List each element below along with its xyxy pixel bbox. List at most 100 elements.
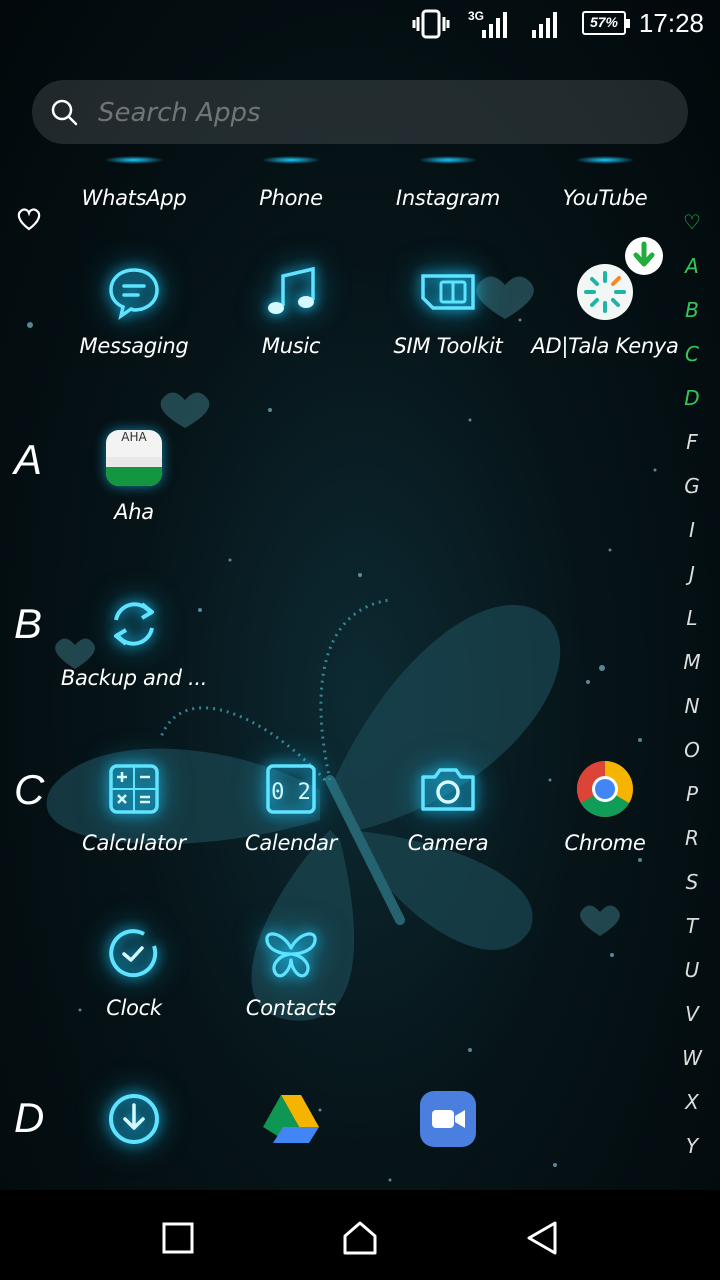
app-backup[interactable]: Backup and ... <box>55 594 213 690</box>
section-letter-c: C <box>14 766 45 813</box>
alpha-index-f[interactable]: F <box>672 420 712 464</box>
favorites-heart-icon <box>17 208 41 231</box>
app-label: Messaging <box>79 334 189 358</box>
section-letter-d: D <box>14 1094 45 1141</box>
app-label: Calculator <box>82 831 186 855</box>
app-label: Backup and ... <box>60 666 208 690</box>
app-calculator[interactable]: Calculator <box>55 759 213 855</box>
alpha-index-n[interactable]: N <box>672 684 712 728</box>
alpha-index-c[interactable]: C <box>672 332 712 376</box>
alpha-index-r[interactable]: R <box>672 816 712 860</box>
alphabet-index[interactable]: ♡ A B C D F G I J L M N O P R S T U V W … <box>672 200 712 1168</box>
music-icon <box>261 262 321 322</box>
app-label: WhatsApp <box>81 186 187 210</box>
alpha-index-favorites[interactable]: ♡ <box>672 200 712 244</box>
alpha-index-i[interactable]: I <box>672 508 712 552</box>
icon-glow <box>104 156 164 164</box>
app-sim-toolkit[interactable]: SIM Toolkit <box>369 262 527 358</box>
section-letter-a: A <box>14 436 43 483</box>
app-label: Instagram <box>395 186 501 210</box>
alpha-index-a[interactable]: A <box>672 244 712 288</box>
app-label: Clock <box>106 996 162 1020</box>
app-label: Contacts <box>245 996 337 1020</box>
video-camera-icon <box>418 1089 478 1149</box>
download-icon <box>104 1089 164 1149</box>
app-label: Chrome <box>564 831 646 855</box>
clock-time: 17:28 <box>638 8 704 38</box>
app-messaging[interactable]: Messaging <box>55 262 213 358</box>
app-phone[interactable]: Phone <box>212 186 370 210</box>
search-input[interactable] <box>96 80 660 146</box>
app-label: YouTube <box>562 186 648 210</box>
alpha-index-y[interactable]: Y <box>672 1124 712 1168</box>
alpha-index-j[interactable]: J <box>672 552 712 596</box>
recents-icon <box>162 1222 194 1254</box>
contacts-butterfly-icon <box>261 924 321 984</box>
svg-text:3G: 3G <box>468 9 484 23</box>
signal-icon <box>532 12 557 38</box>
app-aha[interactable]: AHA Aha <box>55 428 213 524</box>
app-tala-kenya[interactable]: AD|Tala Kenya <box>526 237 684 358</box>
alpha-index-w[interactable]: W <box>672 1036 712 1080</box>
google-drive-icon <box>261 1089 321 1149</box>
alpha-index-o[interactable]: O <box>672 728 712 772</box>
alpha-index-d[interactable]: D <box>672 376 712 420</box>
app-camera[interactable]: Camera <box>369 759 527 855</box>
app-label: Calendar <box>244 831 338 855</box>
battery-indicator: 57% <box>582 11 630 35</box>
section-letter-b: B <box>14 600 43 647</box>
clock-icon <box>104 924 164 984</box>
messaging-icon <box>104 262 164 322</box>
alpha-index-s[interactable]: S <box>672 860 712 904</box>
calendar-icon: 0 2 <box>261 759 321 819</box>
download-badge-icon <box>625 237 663 275</box>
icon-glow <box>575 156 635 164</box>
recents-button[interactable] <box>154 1214 202 1262</box>
signal-3g-icon: 3G <box>468 9 507 38</box>
calculator-icon <box>104 759 164 819</box>
app-label: Phone <box>259 186 323 210</box>
app-label: Music <box>261 334 321 358</box>
back-button[interactable] <box>518 1214 566 1262</box>
alpha-index-m[interactable]: M <box>672 640 712 684</box>
svg-text:0 2: 0 2 <box>271 780 311 805</box>
app-duo[interactable] <box>369 1089 527 1149</box>
icon-glow <box>418 156 478 164</box>
app-label: AD|Tala Kenya <box>531 334 679 358</box>
app-label: Camera <box>407 831 489 855</box>
chrome-icon <box>575 759 635 819</box>
aha-icon: AHA <box>104 428 164 488</box>
back-icon <box>527 1221 557 1255</box>
app-downloads[interactable] <box>55 1089 213 1149</box>
navigation-bar <box>0 1190 720 1280</box>
camera-icon <box>418 759 478 819</box>
alpha-index-x[interactable]: X <box>672 1080 712 1124</box>
app-calendar[interactable]: 0 2 Calendar <box>212 759 370 855</box>
app-youtube[interactable]: YouTube <box>526 186 684 210</box>
app-label: SIM Toolkit <box>393 334 503 358</box>
icon-glow <box>261 156 321 164</box>
app-drive[interactable] <box>212 1089 370 1149</box>
home-button[interactable] <box>336 1214 384 1262</box>
home-icon <box>343 1221 377 1255</box>
vibrate-icon <box>412 9 450 39</box>
alpha-index-p[interactable]: P <box>672 772 712 816</box>
backup-sync-icon <box>104 594 164 654</box>
search-bar[interactable] <box>32 80 688 146</box>
app-music[interactable]: Music <box>212 262 370 358</box>
alpha-index-v[interactable]: V <box>672 992 712 1036</box>
app-clock[interactable]: Clock <box>55 924 213 1020</box>
alpha-index-u[interactable]: U <box>672 948 712 992</box>
app-whatsapp[interactable]: WhatsApp <box>55 186 213 210</box>
status-bar: 3G 57% 17:28 <box>0 0 720 48</box>
alpha-index-b[interactable]: B <box>672 288 712 332</box>
sim-card-icon <box>418 262 478 322</box>
app-instagram[interactable]: Instagram <box>369 186 527 210</box>
app-chrome[interactable]: Chrome <box>526 759 684 855</box>
app-contacts[interactable]: Contacts <box>212 924 370 1020</box>
alpha-index-t[interactable]: T <box>672 904 712 948</box>
app-label: Aha <box>114 500 154 524</box>
alpha-index-g[interactable]: G <box>672 464 712 508</box>
alpha-index-l[interactable]: L <box>672 596 712 640</box>
search-icon <box>51 99 78 126</box>
